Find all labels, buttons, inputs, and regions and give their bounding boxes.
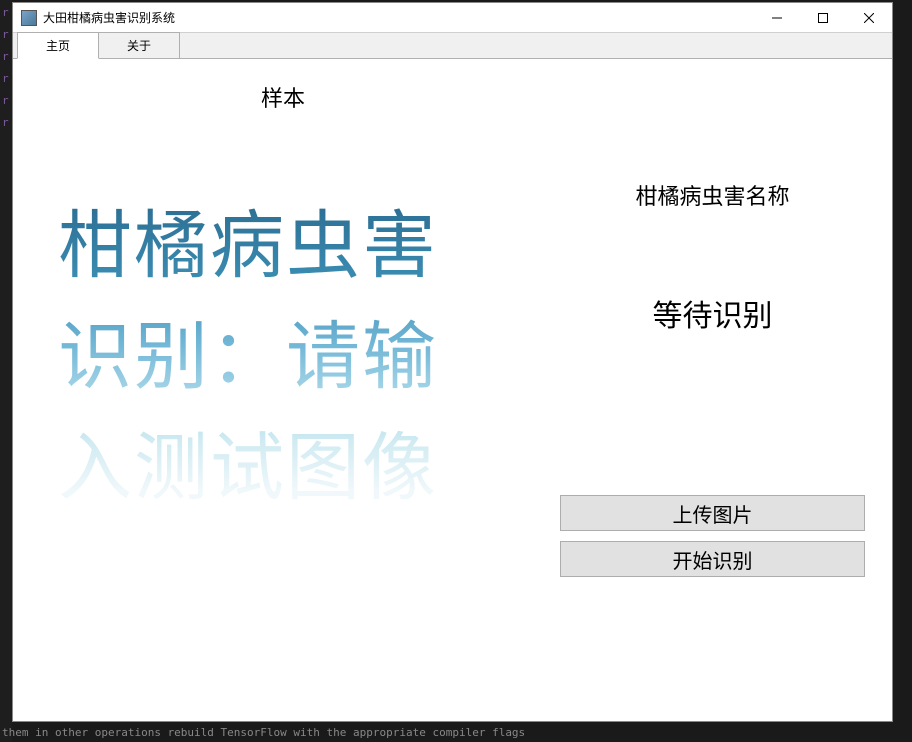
button-group: 上传图片 开始识别 [560, 495, 865, 577]
editor-gutter-background: r r r r r r [0, 0, 12, 742]
content-area: 样本 柑橘病虫害识别：请输入测试图像 柑橘病虫害名称 等待识别 上传图片 开始识… [13, 59, 892, 721]
sample-image-display: 柑橘病虫害识别：请输入测试图像 [48, 193, 518, 523]
right-panel: 柑橘病虫害名称 等待识别 上传图片 开始识别 [543, 69, 882, 711]
terminal-background-text: them in other operations rebuild TensorF… [0, 722, 912, 742]
start-recognition-button[interactable]: 开始识别 [560, 541, 865, 577]
sample-label: 样本 [261, 81, 305, 113]
upload-image-button[interactable]: 上传图片 [560, 495, 865, 531]
tab-about[interactable]: 关于 [98, 32, 180, 58]
minimize-icon [772, 13, 782, 23]
titlebar: 大田柑橘病虫害识别系统 [13, 3, 892, 33]
app-icon [21, 10, 37, 26]
tab-bar: 主页 关于 [13, 33, 892, 59]
close-button[interactable] [846, 3, 892, 32]
disease-name-label: 柑橘病虫害名称 [635, 179, 789, 211]
tab-home[interactable]: 主页 [17, 32, 99, 59]
placeholder-prompt-text: 柑橘病虫害识别：请输入测试图像 [58, 192, 508, 525]
main-window: 大田柑橘病虫害识别系统 主页 关于 样本 柑橘病虫害识别：请输入测试图像 柑橘病… [12, 2, 893, 722]
window-controls [754, 3, 892, 32]
titlebar-left: 大田柑橘病虫害识别系统 [13, 9, 175, 26]
maximize-button[interactable] [800, 3, 846, 32]
close-icon [864, 13, 874, 23]
minimize-button[interactable] [754, 3, 800, 32]
maximize-icon [818, 13, 828, 23]
left-panel: 样本 柑橘病虫害识别：请输入测试图像 [23, 69, 543, 711]
window-title: 大田柑橘病虫害识别系统 [43, 9, 175, 26]
recognition-status: 等待识别 [653, 291, 773, 335]
